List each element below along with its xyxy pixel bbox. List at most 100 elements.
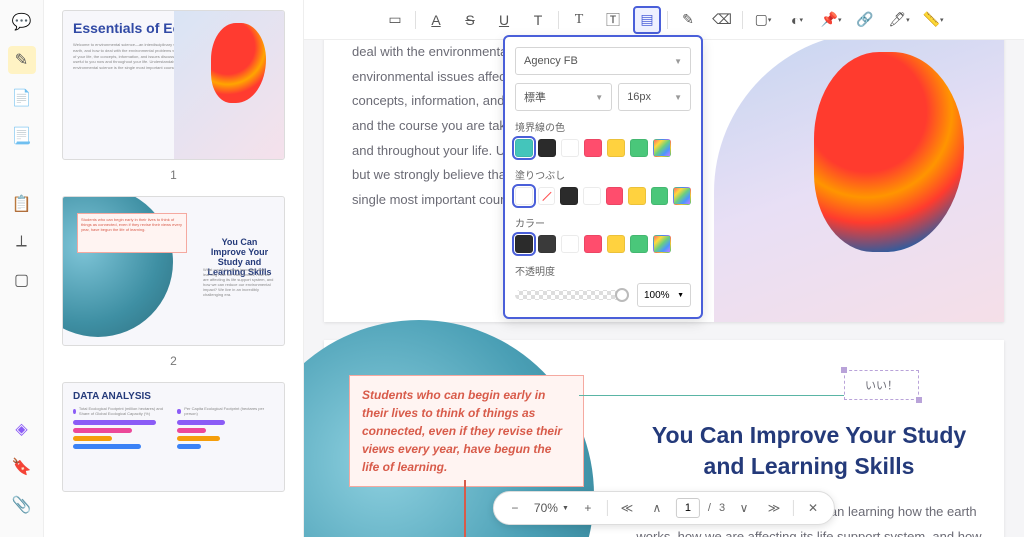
chevron-down-icon: ▼ bbox=[562, 505, 569, 512]
style-popover: Agency FB ▼ 標準 ▼ 16px ▼ 境界線の色 塗りつぶし bbox=[503, 35, 703, 319]
main-area: ▭ A S U T T 🅃 ▤ ✎ ⌫ ▢▾ ◐▾ 📌▾ 🔗 🖊▾ 📏▾ dea… bbox=[304, 0, 1024, 537]
thumb2-num: 2 bbox=[62, 354, 285, 368]
crop-icon[interactable]: ⟂ bbox=[8, 228, 36, 256]
zoom-in-button[interactable]: + bbox=[577, 497, 599, 519]
swatch-custom[interactable] bbox=[673, 187, 691, 205]
marker-icon[interactable]: 🖊▾ bbox=[885, 6, 913, 34]
thumbnail-3[interactable]: DATA ANALYSIS Total Ecological Footprint… bbox=[62, 382, 285, 492]
thumb1-num: 1 bbox=[62, 168, 285, 182]
chevron-down-icon: ▼ bbox=[595, 93, 603, 102]
textbox-icon[interactable]: 🅃 bbox=[599, 6, 627, 34]
first-page-button[interactable]: ≪ bbox=[616, 497, 638, 519]
page-sep: / bbox=[708, 502, 711, 514]
text-t-icon[interactable]: T bbox=[524, 6, 552, 34]
connector-line[interactable] bbox=[579, 395, 847, 396]
swatch-none[interactable] bbox=[538, 187, 556, 205]
thumb2-body: What could be more important than learni… bbox=[203, 267, 276, 297]
thumbnail-panel: Essentials of Ecology Welcome to environ… bbox=[44, 0, 304, 537]
font-value: Agency FB bbox=[524, 55, 578, 67]
fill-swatches bbox=[515, 187, 691, 205]
swatch-red[interactable] bbox=[584, 235, 602, 253]
link-icon[interactable]: 🔗 bbox=[851, 6, 879, 34]
swatch-black[interactable] bbox=[538, 139, 556, 157]
color-swatches bbox=[515, 235, 691, 253]
page2-heading: You Can Improve Your Study and Learning … bbox=[634, 420, 984, 482]
bookmark-icon[interactable]: 🔖 bbox=[8, 453, 36, 481]
page-total: 3 bbox=[719, 502, 725, 514]
swatch-custom[interactable] bbox=[653, 139, 671, 157]
stamp-icon[interactable]: ◐▾ bbox=[783, 6, 811, 34]
callout-annotation[interactable]: Students who can begin early in their li… bbox=[349, 375, 584, 487]
thumbnail-2[interactable]: Students who can begin early in their li… bbox=[62, 196, 285, 346]
zoom-out-button[interactable]: − bbox=[504, 497, 526, 519]
thumb3-title: DATA ANALYSIS bbox=[63, 383, 284, 406]
underline-icon[interactable]: U bbox=[490, 6, 518, 34]
thumb3-legend2: Per Capita Ecological Footprint (hectare… bbox=[177, 406, 275, 416]
note-icon[interactable]: 📄 bbox=[8, 84, 36, 112]
swatch-red[interactable] bbox=[584, 139, 602, 157]
attach-icon[interactable]: 📎 bbox=[8, 491, 36, 519]
pager: − 70% ▼ + ≪ ∧ / 3 ∨ ≫ ✕ bbox=[493, 491, 835, 525]
swatch-red[interactable] bbox=[606, 187, 624, 205]
swatch-dark[interactable] bbox=[538, 235, 556, 253]
tag-annotation[interactable]: いい！ bbox=[844, 370, 919, 400]
swatch-green[interactable] bbox=[630, 139, 648, 157]
rect-icon[interactable]: ▢▾ bbox=[749, 6, 777, 34]
strike-icon[interactable]: S bbox=[456, 6, 484, 34]
size-value: 16px bbox=[627, 91, 651, 103]
swatch-white[interactable] bbox=[561, 139, 579, 157]
font-select[interactable]: Agency FB ▼ bbox=[515, 47, 691, 75]
format-a-icon[interactable]: A bbox=[422, 6, 450, 34]
swatch-green[interactable] bbox=[630, 235, 648, 253]
square-icon[interactable]: ▢ bbox=[8, 266, 36, 294]
size-select[interactable]: 16px ▼ bbox=[618, 83, 691, 111]
zoom-select[interactable]: 70% ▼ bbox=[534, 501, 569, 515]
parrot-art bbox=[714, 40, 1004, 322]
ruler-icon[interactable]: 📏▾ bbox=[919, 6, 947, 34]
next-page-button[interactable]: ∨ bbox=[733, 497, 755, 519]
opacity-input[interactable]: 100% ▼ bbox=[637, 283, 691, 307]
swatch-yellow[interactable] bbox=[628, 187, 646, 205]
swatch-black[interactable] bbox=[515, 235, 533, 253]
pin-icon[interactable]: 📌▾ bbox=[817, 6, 845, 34]
chevron-down-icon: ▼ bbox=[677, 292, 684, 299]
side-rail: 💬 ✎ 📄 📃 📋 ⟂ ▢ ◈ 🔖 📎 bbox=[0, 0, 44, 537]
pencil-icon[interactable]: ✎ bbox=[674, 6, 702, 34]
thumbnail-1[interactable]: Essentials of Ecology Welcome to environ… bbox=[62, 10, 285, 160]
swatch-black[interactable] bbox=[560, 187, 578, 205]
thumb2-callout: Students who can begin early in their li… bbox=[77, 213, 187, 253]
swatch-yellow[interactable] bbox=[607, 235, 625, 253]
border-swatches bbox=[515, 139, 691, 157]
swatch-white[interactable] bbox=[515, 187, 533, 205]
page-input[interactable] bbox=[676, 498, 700, 518]
callout-tool-icon[interactable]: ▭ bbox=[381, 6, 409, 34]
chevron-down-icon: ▼ bbox=[674, 93, 682, 102]
last-page-button[interactable]: ≫ bbox=[763, 497, 785, 519]
weight-select[interactable]: 標準 ▼ bbox=[515, 83, 612, 111]
swatch-white2[interactable] bbox=[583, 187, 601, 205]
swatch-green[interactable] bbox=[651, 187, 669, 205]
eraser-icon[interactable]: ⌫ bbox=[708, 6, 736, 34]
close-pager-button[interactable]: ✕ bbox=[802, 497, 824, 519]
opacity-slider[interactable] bbox=[515, 290, 629, 300]
chevron-down-icon: ▼ bbox=[674, 57, 682, 66]
toolbar: ▭ A S U T T 🅃 ▤ ✎ ⌫ ▢▾ ◐▾ 📌▾ 🔗 🖊▾ 📏▾ bbox=[304, 0, 1024, 40]
arrow-annotation[interactable] bbox=[464, 480, 466, 537]
color-label: カラー bbox=[515, 215, 691, 230]
swatch-white[interactable] bbox=[561, 235, 579, 253]
panel-icon[interactable]: ▤ bbox=[633, 6, 661, 34]
layers-icon[interactable]: ◈ bbox=[8, 415, 36, 443]
swatch-yellow[interactable] bbox=[607, 139, 625, 157]
prev-page-button[interactable]: ∧ bbox=[646, 497, 668, 519]
type-icon[interactable]: T bbox=[565, 6, 593, 34]
fill-label: 塗りつぶし bbox=[515, 167, 691, 182]
swatch-custom[interactable] bbox=[653, 235, 671, 253]
highlight-icon[interactable]: ✎ bbox=[8, 46, 36, 74]
text-icon[interactable]: 📃 bbox=[8, 122, 36, 150]
comment-icon[interactable]: 💬 bbox=[8, 8, 36, 36]
opacity-label: 不透明度 bbox=[515, 263, 691, 278]
copy-icon[interactable]: 📋 bbox=[8, 190, 36, 218]
zoom-value: 70% bbox=[534, 501, 558, 515]
opacity-value: 100% bbox=[644, 290, 670, 301]
swatch-teal[interactable] bbox=[515, 139, 533, 157]
